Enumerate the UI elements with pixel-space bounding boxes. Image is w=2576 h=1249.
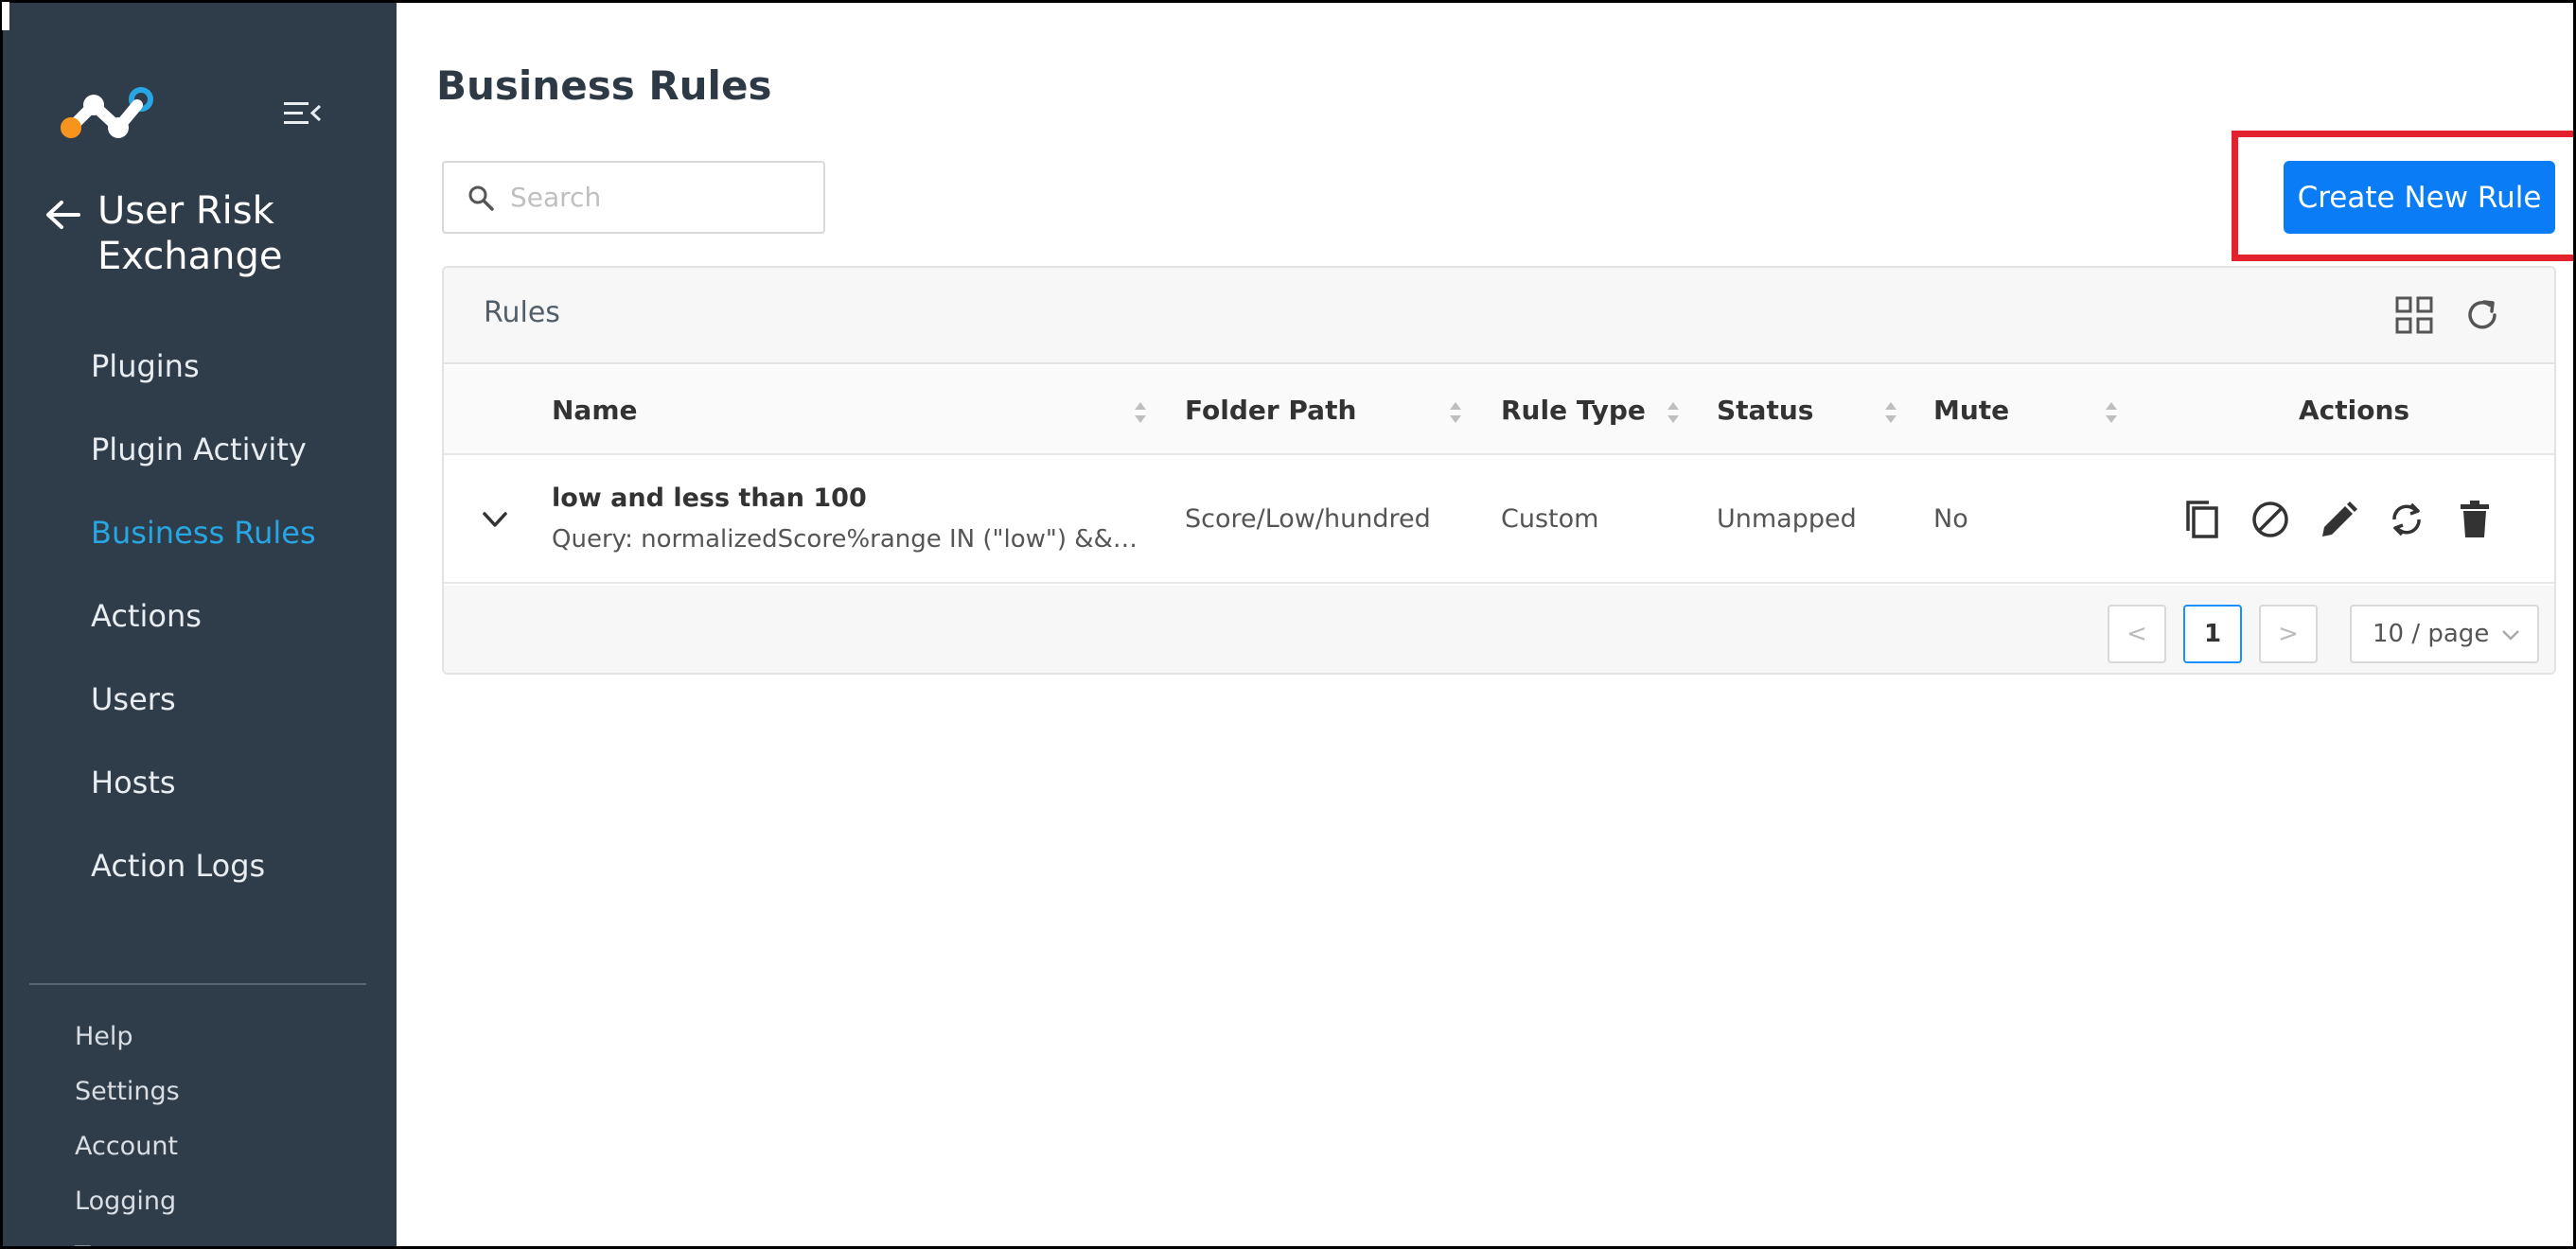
- column-header-mute[interactable]: Mute: [1933, 366, 2009, 455]
- sidebar-item-settings[interactable]: Settings: [3, 1064, 397, 1119]
- sync-icon[interactable]: [2385, 497, 2428, 542]
- sidebar-item-plugins[interactable]: Plugins: [3, 325, 397, 408]
- sidebar-item-users[interactable]: Users: [3, 658, 397, 741]
- sort-status-icon[interactable]: [1883, 400, 1898, 425]
- column-header-rule-type[interactable]: Rule Type: [1501, 366, 1646, 455]
- rule-name: low and less than 100: [552, 484, 867, 513]
- prev-page-button[interactable]: <: [2108, 605, 2166, 663]
- rules-card-header: Rules: [444, 268, 2554, 364]
- table-header: Name Folder Path Rule Type Status Mute A…: [444, 366, 2554, 455]
- sidebar: User Risk Exchange Plugins Plugin Activi…: [3, 3, 397, 1246]
- sort-folder-path-icon[interactable]: [1448, 400, 1463, 425]
- column-header-folder-path[interactable]: Folder Path: [1185, 366, 1356, 455]
- sidebar-item-help[interactable]: Help: [3, 1010, 397, 1064]
- sort-mute-icon[interactable]: [2104, 400, 2119, 425]
- sidebar-divider: [29, 983, 366, 985]
- search-input[interactable]: [510, 182, 813, 213]
- expand-row-chevron-icon[interactable]: [478, 502, 512, 537]
- sort-name-icon[interactable]: [1133, 400, 1148, 425]
- page-title: Business Rules: [436, 62, 772, 109]
- rule-folder-path: Score/Low/hundred: [1185, 504, 1431, 534]
- disable-icon[interactable]: [2249, 497, 2292, 542]
- next-page-button[interactable]: >: [2259, 605, 2318, 663]
- create-new-rule-button[interactable]: Create New Rule: [2284, 161, 2555, 234]
- back-arrow-icon[interactable]: [44, 200, 82, 230]
- refresh-icon[interactable]: [2463, 296, 2501, 334]
- rule-mute: No: [1933, 504, 1968, 534]
- rule-status: Unmapped: [1717, 504, 1857, 534]
- rule-query: Query: normalizedScore%range IN ("low") …: [552, 525, 1138, 554]
- sidebar-item-actions[interactable]: Actions: [3, 574, 397, 658]
- sidebar-item-logging[interactable]: Logging: [3, 1174, 397, 1229]
- grid-view-icon[interactable]: [2395, 296, 2433, 334]
- page-size-value: 10 / page: [2373, 620, 2490, 648]
- rules-card: Rules Name Folder Path Rule Type Status …: [442, 266, 2556, 675]
- pagination-bar: < 1 > 10 / page: [444, 586, 2554, 673]
- sidebar-nav: Plugins Plugin Activity Business Rules A…: [3, 325, 397, 907]
- page-1-button[interactable]: 1: [2183, 605, 2242, 663]
- table-row[interactable]: low and less than 100 Query: normalizedS…: [444, 455, 2554, 584]
- rule-type: Custom: [1501, 504, 1599, 534]
- copy-icon[interactable]: [2180, 497, 2224, 542]
- column-header-actions: Actions: [2299, 395, 2410, 426]
- search-box[interactable]: [442, 161, 825, 234]
- sidebar-secondary-nav: Help Settings Account Logging Tr...: [3, 1010, 397, 1246]
- search-icon: [468, 185, 494, 211]
- edit-icon[interactable]: [2317, 497, 2360, 542]
- sidebar-item-truncated[interactable]: Tr...: [3, 1229, 397, 1246]
- sidebar-item-hosts[interactable]: Hosts: [3, 741, 397, 824]
- page-size-select[interactable]: 10 / page: [2350, 605, 2539, 663]
- column-header-name[interactable]: Name: [552, 366, 638, 455]
- brand-logo-icon: [58, 86, 156, 141]
- sidebar-item-business-rules[interactable]: Business Rules: [3, 491, 397, 574]
- sidebar-item-plugin-activity[interactable]: Plugin Activity: [3, 408, 397, 491]
- rules-card-title: Rules: [484, 296, 560, 329]
- window-corner-marker: [2, 2, 9, 30]
- app-title: User Risk Exchange: [97, 189, 283, 278]
- column-header-status[interactable]: Status: [1717, 366, 1813, 455]
- collapse-sidebar-icon[interactable]: [284, 98, 322, 129]
- sidebar-item-action-logs[interactable]: Action Logs: [3, 824, 397, 907]
- chevron-down-icon: [2502, 630, 2519, 641]
- delete-icon[interactable]: [2453, 497, 2497, 542]
- sort-rule-type-icon[interactable]: [1666, 400, 1681, 425]
- sidebar-item-account[interactable]: Account: [3, 1119, 397, 1174]
